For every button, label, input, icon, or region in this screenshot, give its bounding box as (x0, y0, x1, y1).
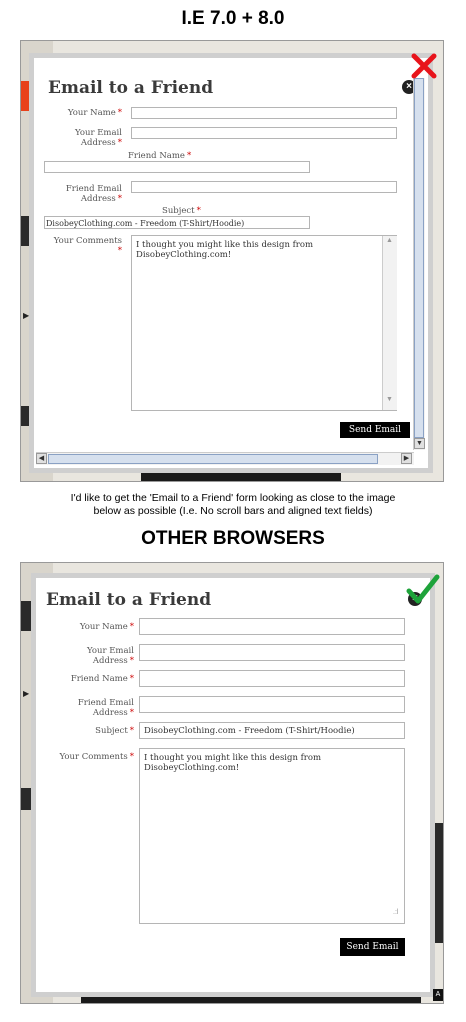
dialog-vertical-scroll-thumb[interactable] (414, 78, 424, 438)
subject-label: Subject * (95, 726, 134, 736)
ie-section-heading: I.E 7.0 + 8.0 (181, 8, 285, 29)
dialog-horizontal-scroll-thumb[interactable] (48, 454, 378, 464)
subject-input-value: DisobeyClothing.com - Freedom (T-Shirt/H… (144, 726, 355, 736)
your-email-label: Your Email Address * (75, 128, 122, 148)
friend-name-label: Friend Name * (128, 151, 192, 161)
friend-email-label: Friend Email Address * (77, 698, 134, 718)
friend-name-input[interactable] (139, 670, 405, 687)
dialog-vertical-scrollbar[interactable]: ▼ (413, 78, 425, 450)
comments-textarea[interactable]: I thought you might like this design fro… (131, 235, 397, 411)
your-email-label: Your Email Address * (87, 646, 134, 666)
your-name-label: Your Name * (79, 622, 134, 632)
your-name-input[interactable] (131, 107, 397, 119)
textarea-vertical-scrollbar[interactable]: ▲ ▼ (382, 236, 397, 410)
other-browsers-heading: OTHER BROWSERS (141, 528, 325, 549)
comments-line-2: DisobeyClothing.com! (136, 250, 232, 260)
friend-name-label: Friend Name * (70, 674, 134, 684)
subject-label: Subject * (162, 206, 201, 216)
comments-label: Your Comments * (53, 236, 122, 256)
friend-email-label: Friend Email Address * (65, 184, 122, 204)
your-name-input[interactable] (139, 618, 405, 635)
caption-line-1: I'd like to get the 'Email to a Friend' … (70, 492, 396, 504)
chevron-left-icon[interactable]: ◀ (36, 453, 47, 464)
dialog-title: Email to a Friend (46, 590, 212, 610)
other-browsers-screenshot: ▶ Email to a Friend × Your Name * Your Em… (20, 562, 444, 1004)
comments-label: Your Comments * (59, 752, 134, 762)
other-email-dialog: Email to a Friend × Your Name * Your Emai… (31, 573, 435, 997)
corner-badge: A (433, 989, 443, 1001)
dialog-title: Email to a Friend (48, 78, 214, 98)
subject-input[interactable]: DisobeyClothing.com - Freedom (T-Shirt/H… (44, 216, 310, 229)
friend-email-input[interactable] (131, 181, 397, 193)
send-email-button[interactable]: Send Email (340, 422, 410, 438)
send-email-button[interactable]: Send Email (340, 938, 405, 956)
resize-grip-icon[interactable]: .:l (393, 909, 398, 916)
green-check-mark-icon (406, 574, 440, 604)
background-dark-block-2 (21, 788, 31, 810)
subject-input[interactable]: DisobeyClothing.com - Freedom (T-Shirt/H… (139, 722, 405, 739)
your-email-input[interactable] (139, 644, 405, 661)
background-bottom-bar (141, 473, 341, 481)
your-email-input[interactable] (131, 127, 397, 139)
comments-line-1: I thought you might like this design fro… (144, 753, 322, 763)
subject-input-value: DisobeyClothing.com - Freedom (T-Shirt/H… (46, 219, 245, 228)
chevron-down-icon[interactable]: ▼ (386, 396, 393, 403)
friend-email-input[interactable] (139, 696, 405, 713)
comments-textarea[interactable]: I thought you might like this design fro… (139, 748, 405, 924)
chevron-up-icon[interactable]: ▲ (386, 237, 393, 244)
your-name-label: Your Name * (67, 108, 122, 118)
chevron-right-icon[interactable]: ▶ (401, 453, 412, 464)
chevron-down-icon[interactable]: ▼ (414, 438, 425, 449)
dialog-horizontal-scrollbar[interactable]: ◀ ▶ (36, 452, 414, 465)
ie-screenshot: ▶ Email to a Friend × Your Name * Your Em… (20, 40, 444, 482)
caption-line-2: below as possible (I.e. No scroll bars a… (93, 505, 373, 517)
comments-line-1: I thought you might like this design fro… (136, 240, 314, 250)
background-arrow-icon: ▶ (23, 689, 30, 698)
comments-line-2: DisobeyClothing.com! (144, 763, 240, 773)
ie-email-dialog: Email to a Friend × Your Name * Your Emai… (29, 53, 433, 473)
friend-name-input[interactable] (44, 161, 310, 173)
red-x-mark-icon (411, 53, 437, 79)
